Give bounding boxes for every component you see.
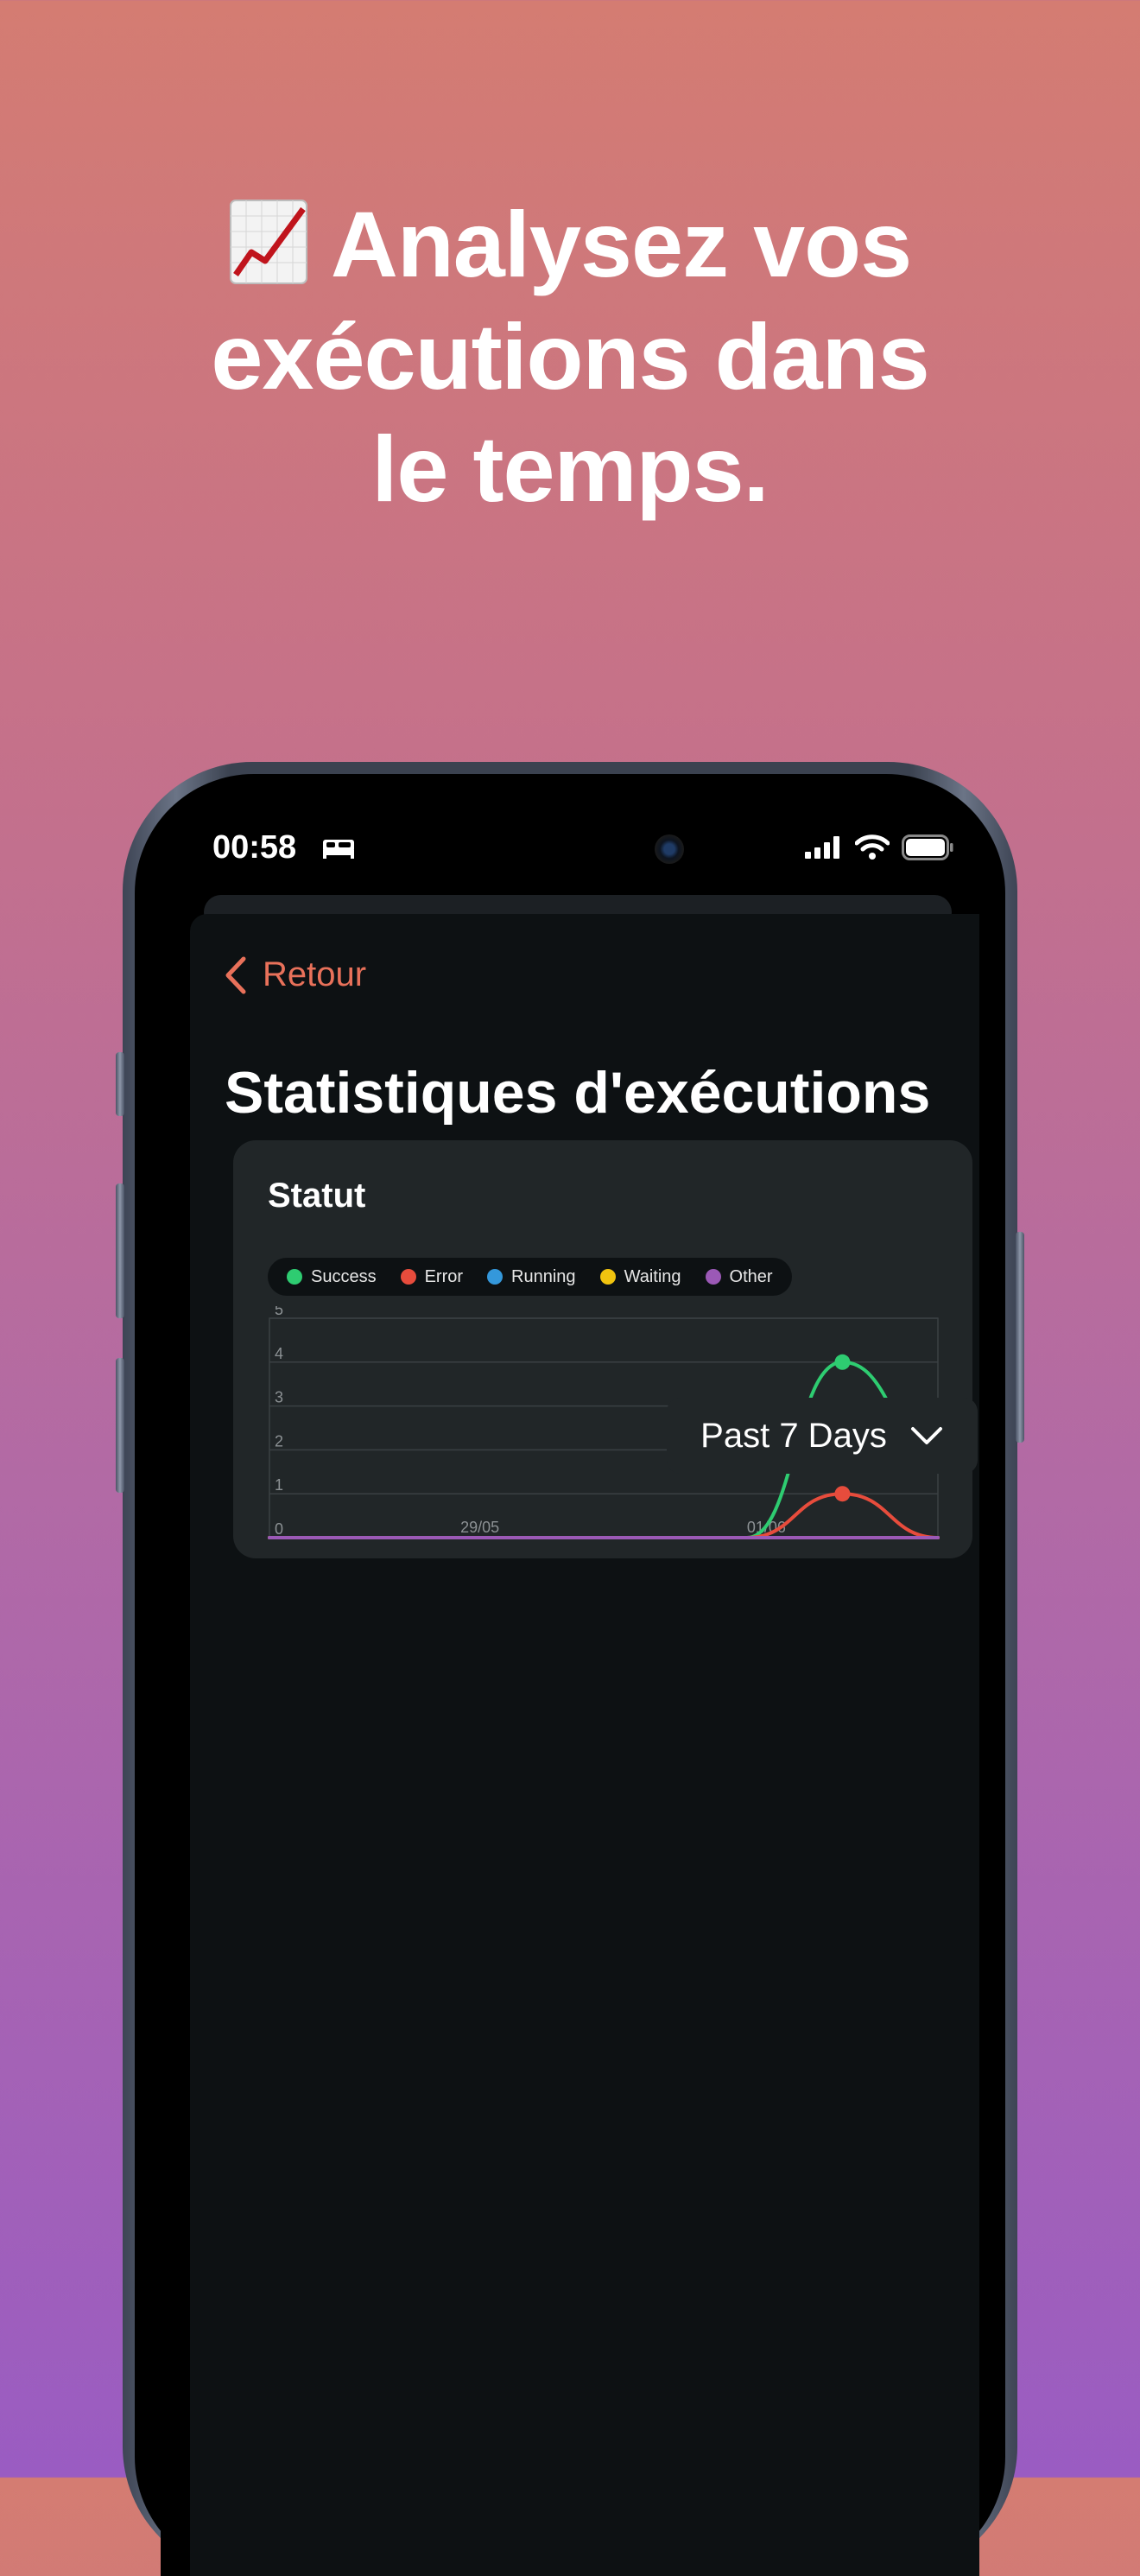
- stats-sheet: Retour Statistiques d'exécutions Statut …: [190, 914, 979, 2576]
- signal-icon: [805, 836, 839, 859]
- legend-label: Running: [511, 1266, 576, 1286]
- status-card: Statut Success Error Running Waiting Oth…: [233, 1140, 972, 1558]
- legend-dot: [599, 1269, 616, 1285]
- wifi-icon: [855, 834, 890, 860]
- y-tick-label: 0: [275, 1520, 283, 1538]
- legend-label: Other: [729, 1266, 773, 1286]
- chevron-down-icon: [910, 1427, 942, 1444]
- legend-dot: [487, 1269, 504, 1285]
- chart-increasing-icon: [229, 200, 307, 284]
- legend-label: Error: [424, 1266, 464, 1286]
- status-time: 00:58: [212, 829, 297, 866]
- data-point-success: [834, 1354, 851, 1370]
- y-tick-label: 1: [275, 1476, 283, 1494]
- back-button-label: Retour: [263, 955, 367, 993]
- bed-icon: [323, 840, 354, 859]
- camera-icon: [655, 834, 684, 864]
- data-point-error: [834, 1486, 851, 1502]
- silent-switch: [116, 1052, 124, 1116]
- headline-line-2: exécutions dans: [211, 304, 929, 409]
- headline: Analysez vos exécutions dans le temps.: [0, 188, 1140, 525]
- legend-dot: [400, 1269, 416, 1285]
- battery-icon: [902, 834, 953, 860]
- legend-item-error[interactable]: Error: [400, 1266, 464, 1287]
- status-icons: [805, 834, 953, 860]
- y-tick-label: 4: [275, 1345, 283, 1362]
- volume-up-button: [116, 1183, 124, 1318]
- legend-item-running[interactable]: Running: [487, 1267, 576, 1287]
- back-button[interactable]: Retour: [225, 955, 366, 994]
- notch: [480, 800, 731, 862]
- phone-screen: 00:58 Retour Statistiques d'exécutions S…: [161, 800, 979, 2576]
- volume-down-button: [116, 1358, 124, 1493]
- legend-item-waiting[interactable]: Waiting: [599, 1266, 681, 1287]
- chart-legend: Success Error Running Waiting Other: [268, 1258, 792, 1296]
- x-tick-label: 29/05: [460, 1519, 499, 1536]
- legend-dot: [287, 1269, 302, 1285]
- headline-line-3: le temps.: [371, 416, 769, 521]
- time-range-value: Past 7 Days: [700, 1416, 887, 1455]
- legend-item-other[interactable]: Other: [705, 1266, 773, 1287]
- power-button: [1016, 1232, 1024, 1443]
- legend-dot: [705, 1269, 721, 1285]
- y-tick-label: 2: [275, 1432, 283, 1450]
- y-tick-label: 5: [275, 1306, 283, 1318]
- legend-label: Success: [311, 1266, 377, 1286]
- page-title: Statistiques d'exécutions: [225, 1060, 931, 1126]
- time-range-dropdown[interactable]: Past 7 Days: [667, 1398, 978, 1474]
- legend-item-success[interactable]: Success: [287, 1267, 377, 1287]
- headline-line-1: Analysez vos: [330, 192, 912, 296]
- legend-label: Waiting: [624, 1266, 681, 1286]
- card-title: Statut: [268, 1177, 366, 1215]
- chevron-left-icon: [225, 956, 246, 993]
- phone-frame: 00:58 Retour Statistiques d'exécutions S…: [116, 762, 1024, 2576]
- series-line-error: [268, 1492, 940, 1539]
- y-tick-label: 3: [275, 1389, 283, 1406]
